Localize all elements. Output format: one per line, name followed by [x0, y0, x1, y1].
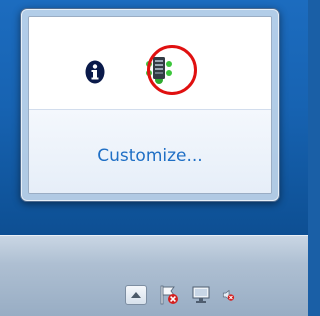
network-error-icon[interactable] [190, 284, 212, 306]
popup-footer: Customize... [29, 109, 271, 193]
show-hidden-icons-button[interactable] [125, 285, 147, 305]
speaker-muted-icon[interactable] [222, 284, 236, 306]
show-hidden-icons-icon [131, 292, 141, 298]
taskbar [0, 235, 308, 316]
highlight-circle [147, 45, 197, 95]
notification-overflow-popup: Customize... [20, 8, 280, 202]
customize-link[interactable]: Customize... [97, 146, 202, 166]
action-center-flag-error-icon[interactable] [158, 284, 180, 306]
popup-panel: Customize... [28, 16, 272, 194]
info-icon[interactable] [85, 60, 105, 88]
